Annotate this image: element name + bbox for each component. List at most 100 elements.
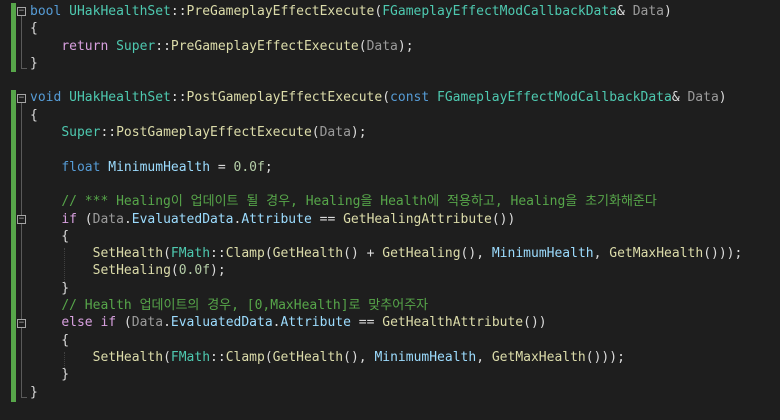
collapse-minus-icon[interactable]: − <box>17 94 26 103</box>
code-token: if <box>100 315 117 331</box>
fold-guide-line <box>21 103 22 397</box>
code-token: ( <box>163 349 171 365</box>
code-line[interactable]: if (Data.EvaluatedData.Attribute == GetH… <box>30 211 742 228</box>
code-line[interactable]: } <box>30 366 742 383</box>
code-token: Clamp <box>225 349 265 365</box>
code-token: ( <box>311 125 320 141</box>
code-token: :: <box>210 349 226 365</box>
code-token: == <box>311 211 344 227</box>
code-line[interactable]: ​ <box>30 72 742 89</box>
code-token: ( <box>163 246 171 262</box>
code-token: 0.0f <box>233 159 265 175</box>
code-token: PostGameplayEffectExecute <box>116 125 312 141</box>
code-token: { <box>30 21 38 37</box>
code-token: GetMaxHealth <box>491 349 586 365</box>
code-token: ) <box>664 4 672 19</box>
code-token: Data <box>131 315 164 331</box>
code-token: ); <box>350 125 367 141</box>
code-token: :: <box>155 38 171 54</box>
code-line[interactable]: Super::PostGameplayEffectExecute(Data); <box>30 124 742 141</box>
code-line[interactable]: } <box>30 55 742 72</box>
code-token: Super <box>61 125 101 141</box>
code-token: :: <box>100 125 117 141</box>
code-token: Data <box>92 211 124 227</box>
code-token: FGameplayEffectModCallbackData <box>382 4 618 19</box>
code-token: ) <box>718 90 727 106</box>
code-token: () + <box>343 246 383 262</box>
change-indicator-bar <box>11 90 16 402</box>
code-token: PreGameplayEffectExecute <box>186 4 375 19</box>
code-token: ; <box>264 159 273 175</box>
code-line[interactable]: { <box>30 228 742 245</box>
code-line[interactable]: SetHealth(FMath::Clamp(GetHealth() + Get… <box>30 245 743 262</box>
editor-gutter <box>0 0 16 420</box>
code-editor[interactable]: − − − − bool UHakHealthSet::PreGameplayE… <box>0 0 780 420</box>
code-token: Data <box>366 38 398 54</box>
collapse-minus-icon[interactable]: − <box>17 215 26 224</box>
code-token: :: <box>170 90 187 106</box>
collapse-minus-icon[interactable]: − <box>17 7 26 16</box>
code-token: Attribute <box>241 211 312 227</box>
code-token: SetHealth <box>92 246 164 262</box>
code-token: PreGameplayEffectExecute <box>170 38 359 54</box>
code-token: Super <box>116 38 156 54</box>
change-indicator-bar <box>11 3 16 72</box>
code-token: FMath <box>170 246 211 262</box>
code-token: } <box>30 55 38 71</box>
collapse-minus-icon[interactable]: − <box>17 319 26 328</box>
code-line[interactable]: } <box>30 280 742 297</box>
code-line[interactable]: { <box>30 20 742 37</box>
code-token: // *** Healing이 업데이트 될 경우, Healing을 Heal… <box>61 194 657 210</box>
code-token: = <box>210 159 234 175</box>
code-token: ); <box>397 38 414 54</box>
code-token: else <box>61 315 93 331</box>
code-token: & <box>671 90 688 106</box>
code-line[interactable]: else if (Data.EvaluatedData.Attribute ==… <box>30 314 742 331</box>
code-token: FMath <box>170 349 211 365</box>
code-token: ( <box>358 38 367 54</box>
code-token: & <box>617 4 633 19</box>
code-token: (), <box>460 246 492 262</box>
code-token: PostGameplayEffectExecute <box>186 90 383 106</box>
code-line[interactable]: ​ <box>30 141 742 158</box>
code-line[interactable]: ​ <box>30 176 742 193</box>
code-token: } <box>30 280 70 296</box>
code-token: == <box>350 315 383 331</box>
code-line[interactable]: { <box>30 107 742 124</box>
code-token: ( <box>382 90 391 106</box>
code-token: ())); <box>585 349 625 365</box>
code-line[interactable]: bool UHakHealthSet::PreGameplayEffectExe… <box>30 3 742 20</box>
code-line[interactable]: } <box>30 384 742 401</box>
code-line[interactable]: SetHealing(0.0f); <box>30 262 742 279</box>
code-token: return <box>61 38 109 54</box>
code-line[interactable]: void UHakHealthSet::PostGameplayEffectEx… <box>30 89 742 106</box>
code-line[interactable]: // Health 업데이트의 경우, [0,MaxHealth]로 맞추어주자 <box>30 297 742 314</box>
code-token: GetMaxHealth <box>609 246 704 262</box>
code-line[interactable]: // *** Healing이 업데이트 될 경우, Healing을 Heal… <box>30 193 742 210</box>
code-token: ( <box>76 211 93 227</box>
code-token: , <box>476 349 492 365</box>
code-token: (), <box>343 349 375 365</box>
code-token: EvaluatedData <box>170 315 273 331</box>
code-line[interactable]: SetHealth(FMath::Clamp(GetHealth(), Mini… <box>30 349 742 366</box>
code-line[interactable]: { <box>30 332 742 349</box>
code-line[interactable]: return Super::PreGameplayEffectExecute(D… <box>30 38 742 55</box>
code-token: UHakHealthSet <box>69 90 171 106</box>
code-line[interactable]: float MinimumHealth = 0.0f; <box>30 159 742 176</box>
code-lines[interactable]: bool UHakHealthSet::PreGameplayEffectExe… <box>30 3 742 401</box>
code-token: EvaluatedData <box>131 211 234 227</box>
code-token: { <box>30 107 38 123</box>
fold-guide-line <box>21 16 22 68</box>
code-token: ()) <box>491 211 516 227</box>
code-token: :: <box>210 246 226 262</box>
code-token: // Health 업데이트의 경우, [0,MaxHealth]로 맞추어주자 <box>61 298 429 314</box>
code-token: SetHealth <box>92 349 164 365</box>
